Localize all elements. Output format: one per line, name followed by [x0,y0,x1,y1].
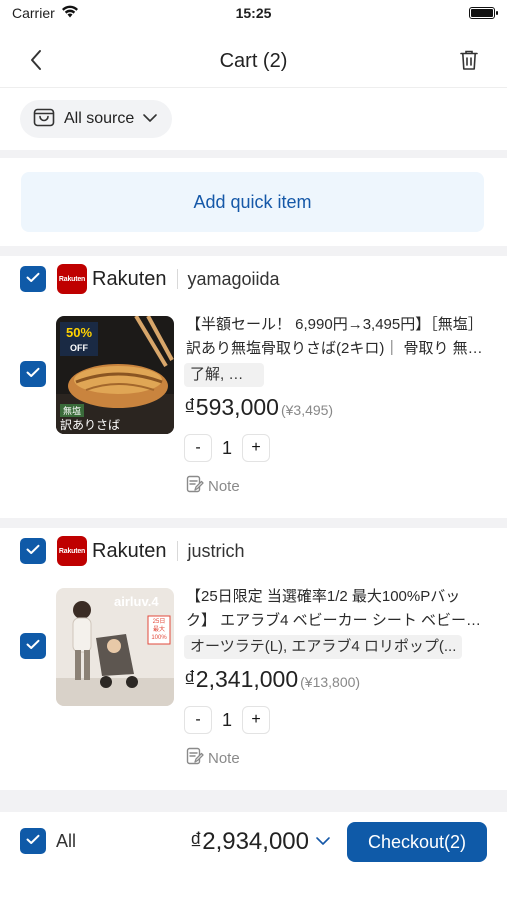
checkout-button[interactable]: Checkout(2) [347,822,487,862]
price: ₫593,000 [184,394,279,420]
add-quick-item-button[interactable]: Add quick item [21,172,484,232]
quantity-value: 1 [221,437,232,458]
store-header: Rakuten Rakuten yamagoiida [20,257,280,301]
add-quick-item-label: Add quick item [193,191,312,212]
rakuten-logo: Rakuten [57,536,87,566]
nav-header: Cart (2) [0,36,507,88]
trash-icon [459,49,479,76]
seller-name[interactable]: yamagoiida [188,269,280,290]
select-all[interactable]: All [20,828,76,854]
select-all-label: All [56,830,77,851]
chevron-down-icon [142,110,158,128]
source-dropdown[interactable]: All source [20,100,173,138]
check-icon [26,637,40,655]
original-price: (¥13,800) [300,674,361,690]
note-button[interactable]: Note [186,747,240,769]
section-divider [0,150,507,158]
delete-button[interactable] [455,48,483,76]
check-icon [26,542,40,560]
store-checkbox[interactable] [20,266,46,292]
section-divider [0,790,507,812]
section-divider [0,246,507,256]
quantity-stepper: - 1 + [184,434,270,462]
variant-chip[interactable]: オーツラテ(L), エアラブ4 ロリポップ(... [184,635,463,659]
item-checkbox[interactable] [20,361,46,387]
increment-button[interactable]: + [242,706,270,734]
seller-name[interactable]: justrich [188,541,245,562]
platform-name: Rakuten [92,539,167,562]
status-bar: Carrier 15:25 [0,0,507,26]
price-row: ₫593,000 (¥3,495) [184,394,333,421]
product-thumbnail[interactable]: 50% OFF 無塩 訳ありさば [56,316,174,434]
check-icon [26,270,40,288]
back-button[interactable] [22,48,50,76]
note-edit-icon [186,475,204,497]
price-row: ₫2,341,000 (¥13,800) [184,666,360,693]
item-checkbox[interactable] [20,633,46,659]
increment-button[interactable]: + [242,434,270,462]
store-group: Rakuten Rakuten yamagoiida 50% OFF 無塩 訳あ… [0,256,507,518]
note-edit-icon [186,747,204,769]
platform-name: Rakuten [92,267,167,290]
check-icon [26,365,40,383]
rakuten-logo: Rakuten [57,264,87,294]
shopping-bag-icon [32,105,56,134]
total-amount: ₫2,934,000 [189,828,309,855]
note-button[interactable]: Note [186,475,240,497]
price: ₫2,341,000 [184,666,299,692]
note-label: Note [208,477,240,495]
store-header: Rakuten Rakuten justrich [20,529,245,573]
chevron-down-icon [315,833,331,851]
separator [176,269,178,289]
product-thumbnail[interactable]: airluv.4 25日 最大100% [56,588,174,706]
page-title: Cart (2) [219,50,288,72]
checkout-bar: All ₫2,934,000 Checkout(2) [0,812,507,900]
select-all-checkbox[interactable] [20,828,46,854]
filter-row: All source [0,96,507,146]
decrement-button[interactable]: - [184,706,212,734]
quantity-stepper: - 1 + [184,706,270,734]
store-group: Rakuten Rakuten justrich airluv.4 25日 最大… [0,528,507,790]
wifi-icon [61,5,79,21]
carrier-label: Carrier [12,5,55,21]
battery-icon [469,7,498,19]
note-label: Note [208,749,240,767]
source-label: All source [64,110,135,127]
product-title[interactable]: 【25日限定 当選確率1/2 最大100%Pバック】 エアラブ4 ベビーカー シ… [186,585,486,633]
variant-chip[interactable]: 了解, 了解 [184,363,264,387]
section-divider [0,518,507,528]
original-price: (¥3,495) [280,402,334,418]
product-title[interactable]: 【半額セール！ 6,990円→3,495円】［無塩］訳あり無塩骨取りさば(2キロ… [186,313,486,361]
chevron-left-icon [29,49,43,76]
total-summary[interactable]: ₫2,934,000 [190,828,331,856]
decrement-button[interactable]: - [184,434,212,462]
separator [176,541,178,561]
checkout-label: Checkout(2) [367,831,467,852]
store-checkbox[interactable] [20,538,46,564]
quantity-value: 1 [221,709,232,730]
check-icon [26,832,40,850]
